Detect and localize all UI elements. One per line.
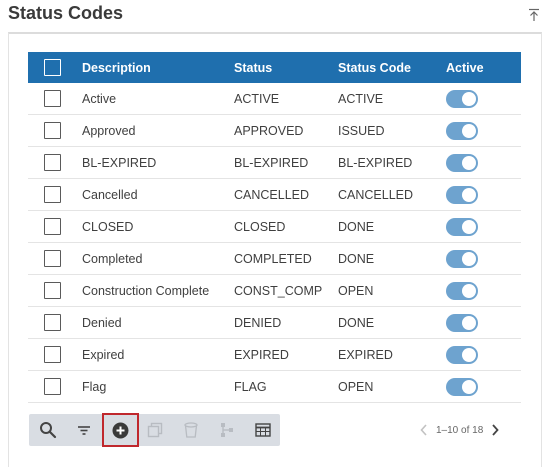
filter-icon <box>78 426 90 435</box>
cell-status: CLOSED <box>234 219 286 234</box>
active-toggle[interactable] <box>446 377 478 396</box>
cell-status-code: OPEN <box>338 379 374 394</box>
active-toggle[interactable] <box>446 89 478 108</box>
cell-description: Flag <box>82 379 107 394</box>
column-header-description[interactable]: Description <box>81 61 234 75</box>
add-button[interactable] <box>102 413 139 447</box>
cell-status: CONST_COMP <box>234 283 323 298</box>
cell-status-code: CANCELLED <box>338 187 414 202</box>
copy-button[interactable] <box>140 414 170 446</box>
cell-description: Construction Complete <box>82 283 210 298</box>
table-row[interactable]: Cancelled CANCELLED CANCELLED <box>28 179 521 211</box>
delete-button[interactable] <box>176 414 206 446</box>
column-header-status[interactable]: Status <box>234 61 338 75</box>
column-header-status-code[interactable]: Status Code <box>338 61 446 75</box>
row-checkbox[interactable] <box>44 122 61 139</box>
table-row[interactable]: CLOSED CLOSED DONE <box>28 211 521 243</box>
cell-status-code: OPEN <box>338 283 374 298</box>
active-toggle[interactable] <box>446 345 478 364</box>
active-toggle[interactable] <box>446 313 478 332</box>
row-checkbox[interactable] <box>44 186 61 203</box>
cell-status: DENIED <box>234 315 282 330</box>
copy-icon <box>147 422 163 438</box>
row-checkbox[interactable] <box>44 314 61 331</box>
cell-status-code: DONE <box>338 315 375 330</box>
table-row[interactable]: Approved APPROVED ISSUED <box>28 115 521 147</box>
cell-status: BL-EXPIRED <box>234 155 309 170</box>
cell-status: APPROVED <box>234 123 304 138</box>
table-row[interactable]: BL-EXPIRED BL-EXPIRED BL-EXPIRED <box>28 147 521 179</box>
cell-description: BL-EXPIRED <box>82 155 157 170</box>
table-row[interactable]: Expired EXPIRED EXPIRED <box>28 339 521 371</box>
add-icon <box>112 422 129 438</box>
cell-description: Active <box>82 91 117 106</box>
active-toggle[interactable] <box>446 121 478 140</box>
hierarchy-button[interactable] <box>212 414 242 446</box>
table-header: Description Status Status Code Active <box>28 52 521 83</box>
cell-status: ACTIVE <box>234 91 280 106</box>
table-row[interactable]: Construction Complete CONST_COMP OPEN <box>28 275 521 307</box>
cell-description: CLOSED <box>82 219 134 234</box>
cell-status: COMPLETED <box>234 251 312 266</box>
cell-status-code: DONE <box>338 219 375 234</box>
delete-icon <box>184 422 198 438</box>
select-all-checkbox[interactable] <box>44 59 61 76</box>
table-icon <box>255 423 271 437</box>
cell-status: EXPIRED <box>234 347 289 362</box>
row-checkbox[interactable] <box>44 282 61 299</box>
row-checkbox[interactable] <box>44 250 61 267</box>
active-toggle[interactable] <box>446 249 478 268</box>
filter-button[interactable] <box>69 414 99 446</box>
chevron-right-icon[interactable] <box>491 424 499 436</box>
active-toggle[interactable] <box>446 153 478 172</box>
table-row[interactable]: Active ACTIVE ACTIVE <box>28 83 521 115</box>
status-codes-table: Description Status Status Code Active Ac… <box>28 52 521 403</box>
search-icon <box>40 422 57 439</box>
cell-status-code: ACTIVE <box>338 91 384 106</box>
row-checkbox[interactable] <box>44 218 61 235</box>
table-row[interactable]: Denied DENIED DONE <box>28 307 521 339</box>
chevron-left-icon[interactable] <box>420 424 428 436</box>
cell-description: Completed <box>82 251 143 266</box>
table-toolbar <box>29 413 280 447</box>
table-row[interactable]: Completed COMPLETED DONE <box>28 243 521 275</box>
page-range: 1–10 of 18 <box>436 424 484 436</box>
pagination: 1–10 of 18 <box>420 421 499 439</box>
active-toggle[interactable] <box>446 185 478 204</box>
cell-description: Cancelled <box>82 187 138 202</box>
page-header: Status Codes <box>0 0 542 32</box>
row-checkbox[interactable] <box>44 378 61 395</box>
column-header-active[interactable]: Active <box>446 61 521 75</box>
cell-status-code: EXPIRED <box>338 347 393 362</box>
page-title: Status Codes <box>8 3 124 23</box>
cell-status-code: ISSUED <box>338 123 385 138</box>
active-toggle[interactable] <box>446 217 478 236</box>
search-button[interactable] <box>33 414 63 446</box>
cell-description: Denied <box>82 315 122 330</box>
row-checkbox[interactable] <box>44 90 61 107</box>
cell-status-code: DONE <box>338 251 375 266</box>
active-toggle[interactable] <box>446 281 478 300</box>
cell-status-code: BL-EXPIRED <box>338 155 413 170</box>
collapse-icon[interactable] <box>528 8 540 22</box>
cell-description: Expired <box>82 347 125 362</box>
row-checkbox[interactable] <box>44 346 61 363</box>
cell-description: Approved <box>82 123 136 138</box>
hierarchy-icon <box>221 423 233 437</box>
row-checkbox[interactable] <box>44 154 61 171</box>
table-row[interactable]: Flag FLAG OPEN <box>28 371 521 403</box>
table-view-button[interactable] <box>248 414 278 446</box>
cell-status: CANCELLED <box>234 187 310 202</box>
cell-status: FLAG <box>234 379 267 394</box>
